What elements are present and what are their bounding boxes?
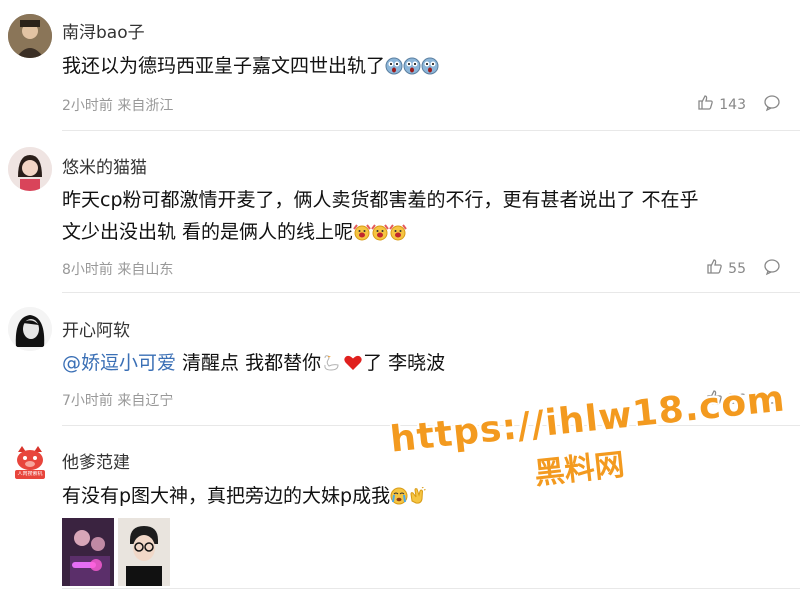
avatar-badge-text: 人肉搜索机	[17, 471, 43, 477]
comment-username[interactable]: 悠米的猫猫	[62, 153, 147, 178]
comment-reply-icon[interactable]	[763, 94, 781, 116]
clap-icon	[408, 483, 426, 515]
comment-line: 文少出没出轨 看的是俩人的线上呢	[62, 221, 354, 243]
comment-body: 了 李晓波	[363, 352, 446, 374]
attached-image-thumb[interactable]	[118, 518, 170, 586]
comment-item: 悠米的猫猫 昨天cp粉可都激情开麦了，俩人卖货都害羞的不行，更有甚者说出了 不在…	[0, 131, 800, 293]
user-photo-icon	[8, 147, 52, 191]
comment-text: 昨天cp粉可都激情开麦了，俩人卖货都害羞的不行，更有甚者说出了 不在乎 文少出没…	[62, 184, 780, 251]
heart-icon	[343, 350, 363, 382]
swan-icon	[321, 350, 341, 382]
comment-body: 清醒点 我都替你	[176, 352, 322, 374]
comment-meta: 8小时前 来自山东	[62, 262, 174, 278]
attached-image-thumb[interactable]	[62, 518, 114, 586]
avatar[interactable]	[8, 14, 52, 58]
comment-username[interactable]: 他爹范建	[62, 448, 130, 473]
scared-face-icon	[385, 53, 403, 85]
avatar[interactable]: 人肉搜索机	[8, 440, 52, 484]
comment-text: 我还以为德玛西亚皇子嘉文四世出轨了	[62, 50, 780, 85]
comment-line: 昨天cp粉可都激情开麦了，俩人卖货都害羞的不行，更有甚者说出了 不在乎	[62, 189, 699, 211]
comment-username[interactable]: 开心阿软	[62, 316, 130, 341]
cheering-face-icon	[389, 219, 407, 251]
comment-body: 有没有p图大神，真把旁边的大妹p成我	[62, 485, 391, 507]
comment-meta: 2小时前 来自浙江	[62, 98, 174, 114]
comment-reply-icon[interactable]	[763, 258, 781, 280]
divider	[62, 588, 800, 589]
scared-face-icon	[421, 53, 439, 85]
photo-image	[62, 518, 114, 586]
photo-image	[118, 518, 170, 586]
crying-face-icon	[390, 483, 408, 515]
like-count: 143	[719, 96, 746, 113]
thumbs-up-icon	[706, 389, 723, 410]
cheering-face-icon	[371, 219, 389, 251]
like-button[interactable]: 55	[706, 258, 746, 279]
cheering-face-icon	[353, 219, 371, 251]
thumbs-up-icon	[706, 258, 723, 279]
comment-body: 我还以为德玛西亚皇子嘉文四世出轨了	[62, 55, 386, 77]
like-button[interactable]: 143	[697, 94, 746, 115]
comment-username[interactable]: 南浔bao子	[62, 18, 145, 43]
user-photo-icon	[8, 307, 52, 351]
avatar[interactable]	[8, 147, 52, 191]
scared-face-icon	[403, 53, 421, 85]
comment-text: @娇逗小可爱 清醒点 我都替你 了 李晓波	[62, 347, 780, 382]
comment-line-wrapper: 文少出没出轨 看的是俩人的线上呢	[62, 216, 780, 251]
mention-link[interactable]: @娇逗小可爱	[62, 352, 176, 374]
comment-item: 南浔bao子 我还以为德玛西亚皇子嘉文四世出轨了 2小时前 来自浙江 143	[0, 0, 800, 131]
thumbs-up-icon	[697, 94, 714, 115]
comment-reply-icon[interactable]	[763, 389, 781, 411]
avatar[interactable]	[8, 307, 52, 351]
user-photo-icon	[8, 14, 52, 58]
like-button[interactable]: 56	[706, 389, 746, 410]
comment-item: 开心阿软 @娇逗小可爱 清醒点 我都替你 了 李晓波 7小时前 来自辽宁 56	[0, 293, 800, 426]
comment-item: 人肉搜索机 他爹范建 有没有p图大神，真把旁边的大妹p成我	[0, 426, 800, 591]
like-count: 56	[728, 391, 746, 408]
comment-meta: 7小时前 来自辽宁	[62, 393, 174, 409]
comment-text: 有没有p图大神，真把旁边的大妹p成我	[62, 480, 780, 515]
like-count: 55	[728, 260, 746, 277]
